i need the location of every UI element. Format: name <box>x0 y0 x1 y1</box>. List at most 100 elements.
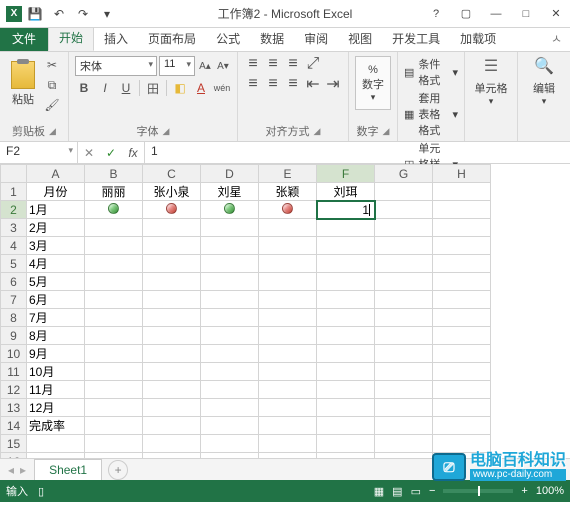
cell-H15[interactable] <box>433 435 491 453</box>
cell-F4[interactable] <box>317 237 375 255</box>
cell-C9[interactable] <box>143 327 201 345</box>
cell-C15[interactable] <box>143 435 201 453</box>
view-page-break-button[interactable]: ▭ <box>411 485 421 498</box>
cell-G11[interactable] <box>375 363 433 381</box>
row-header-14[interactable]: 14 <box>1 417 27 435</box>
tab-file[interactable]: 文件 <box>0 26 48 51</box>
zoom-slider[interactable] <box>443 489 513 493</box>
cell-B12[interactable] <box>85 381 143 399</box>
cell-A7[interactable]: 6月 <box>27 291 85 309</box>
cell-H12[interactable] <box>433 381 491 399</box>
cell-B8[interactable] <box>85 309 143 327</box>
cell-E12[interactable] <box>259 381 317 399</box>
font-size-dropdown[interactable]: 11 <box>159 56 195 76</box>
cell-C4[interactable] <box>143 237 201 255</box>
ribbon-display-options-button[interactable]: ▢ <box>452 4 480 24</box>
tab-formulas[interactable]: 公式 <box>206 26 250 51</box>
cell-E16[interactable] <box>259 453 317 459</box>
row-header-8[interactable]: 8 <box>1 309 27 327</box>
cell-D6[interactable] <box>201 273 259 291</box>
tab-review[interactable]: 审阅 <box>294 26 338 51</box>
cell-A16[interactable] <box>27 453 85 459</box>
cell-F15[interactable] <box>317 435 375 453</box>
tab-insert[interactable]: 插入 <box>94 26 138 51</box>
cell-B10[interactable] <box>85 345 143 363</box>
insert-function-button[interactable]: fx <box>122 142 144 164</box>
worksheet-grid[interactable]: ABCDEFGH1月份丽丽张小泉刘星张颖刘珥21月132月43月54月65月76… <box>0 164 570 458</box>
cell-D16[interactable] <box>201 453 259 459</box>
row-header-15[interactable]: 15 <box>1 435 27 453</box>
row-header-13[interactable]: 13 <box>1 399 27 417</box>
row-header-12[interactable]: 12 <box>1 381 27 399</box>
cell-B1[interactable]: 丽丽 <box>85 183 143 201</box>
cell-D3[interactable] <box>201 219 259 237</box>
cell-C13[interactable] <box>143 399 201 417</box>
cell-B9[interactable] <box>85 327 143 345</box>
font-name-dropdown[interactable]: 宋体 <box>75 56 157 76</box>
cell-B16[interactable] <box>85 453 143 459</box>
phonetic-button[interactable]: wén <box>213 79 231 97</box>
save-button[interactable]: 💾 <box>24 3 46 25</box>
cell-F1[interactable]: 刘珥 <box>317 183 375 201</box>
italic-button[interactable]: I <box>96 79 114 97</box>
cell-G16[interactable] <box>375 453 433 459</box>
cell-B11[interactable] <box>85 363 143 381</box>
cell-H10[interactable] <box>433 345 491 363</box>
cell-F12[interactable] <box>317 381 375 399</box>
formula-input[interactable]: 1 <box>145 142 570 163</box>
cell-B7[interactable] <box>85 291 143 309</box>
cell-B5[interactable] <box>85 255 143 273</box>
cell-C6[interactable] <box>143 273 201 291</box>
cell-C1[interactable]: 张小泉 <box>143 183 201 201</box>
cell-D9[interactable] <box>201 327 259 345</box>
undo-button[interactable]: ↶ <box>48 3 70 25</box>
tab-view[interactable]: 视图 <box>338 26 382 51</box>
row-header-2[interactable]: 2 <box>1 201 27 219</box>
zoom-level[interactable]: 100% <box>536 485 564 497</box>
shrink-font-button[interactable]: A▾ <box>215 56 231 76</box>
align-left-button[interactable]: ≡ <box>244 76 262 92</box>
cell-E5[interactable] <box>259 255 317 273</box>
cell-E3[interactable] <box>259 219 317 237</box>
cell-G4[interactable] <box>375 237 433 255</box>
cell-F9[interactable] <box>317 327 375 345</box>
cell-A6[interactable]: 5月 <box>27 273 85 291</box>
qat-customize-button[interactable]: ▾ <box>96 3 118 25</box>
cell-G12[interactable] <box>375 381 433 399</box>
cell-H13[interactable] <box>433 399 491 417</box>
minimize-button[interactable]: — <box>482 4 510 24</box>
cell-G13[interactable] <box>375 399 433 417</box>
cell-H3[interactable] <box>433 219 491 237</box>
view-page-layout-button[interactable]: ▤ <box>392 485 402 498</box>
column-header-G[interactable]: G <box>375 165 433 183</box>
cell-E4[interactable] <box>259 237 317 255</box>
cell-A1[interactable]: 月份 <box>27 183 85 201</box>
cell-G8[interactable] <box>375 309 433 327</box>
align-center-button[interactable]: ≡ <box>264 76 282 92</box>
macro-record-button[interactable]: ▯ <box>38 485 44 498</box>
column-header-F[interactable]: F <box>317 165 375 183</box>
cell-G6[interactable] <box>375 273 433 291</box>
cell-C3[interactable] <box>143 219 201 237</box>
column-header-E[interactable]: E <box>259 165 317 183</box>
editing-button[interactable]: 🔍 编辑 ▾ <box>524 56 564 107</box>
cell-C2[interactable] <box>143 201 201 219</box>
cell-H2[interactable] <box>433 201 491 219</box>
column-header-C[interactable]: C <box>143 165 201 183</box>
row-header-1[interactable]: 1 <box>1 183 27 201</box>
cell-E14[interactable] <box>259 417 317 435</box>
tab-home[interactable]: 开始 <box>48 24 94 51</box>
cell-D5[interactable] <box>201 255 259 273</box>
align-top-button[interactable]: ≡ <box>244 56 262 72</box>
format-as-table-button[interactable]: ▦套用表格格式 ▾ <box>404 90 458 138</box>
new-sheet-button[interactable]: + <box>108 460 128 480</box>
cell-A2[interactable]: 1月 <box>27 201 85 219</box>
cell-C16[interactable] <box>143 453 201 459</box>
cell-F10[interactable] <box>317 345 375 363</box>
select-all-button[interactable] <box>1 165 27 183</box>
cell-C5[interactable] <box>143 255 201 273</box>
row-header-7[interactable]: 7 <box>1 291 27 309</box>
cell-E13[interactable] <box>259 399 317 417</box>
column-header-B[interactable]: B <box>85 165 143 183</box>
close-button[interactable]: ✕ <box>542 4 570 24</box>
